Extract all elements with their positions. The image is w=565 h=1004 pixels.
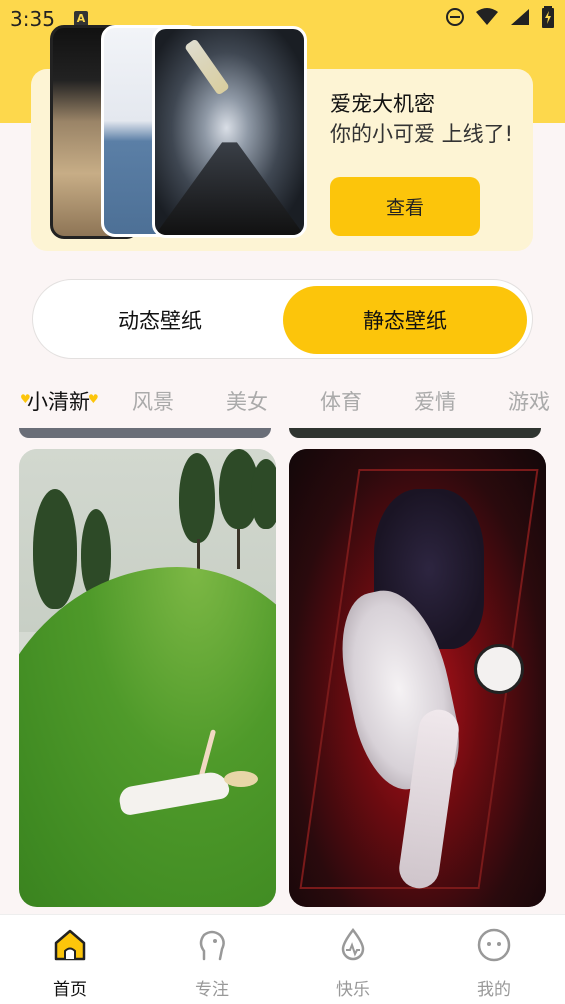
wallpaper-thumbnail[interactable] (19, 449, 276, 907)
tunnel-floor (155, 142, 304, 235)
tree (33, 489, 77, 609)
tree-trunk (197, 539, 200, 569)
status-icons (445, 6, 555, 28)
wallpaper-thumbnail-partial[interactable] (19, 428, 271, 438)
category-tab[interactable]: 爱情 (414, 386, 456, 416)
tree (179, 453, 215, 543)
bottom-nav: 首页 专注 快乐 我的 (0, 914, 565, 1004)
drop-pulse-icon (341, 927, 365, 961)
nav-focus[interactable]: 专注 (172, 927, 252, 1000)
category-tab[interactable]: 风景 (132, 386, 174, 416)
mask (474, 644, 524, 694)
heart-icon: ♥ (88, 392, 99, 406)
nav-mine[interactable]: 我的 (454, 927, 534, 1000)
banner-subtitle: 你的小可爱 上线了! (330, 122, 514, 146)
wifi-icon (476, 8, 498, 25)
tree-trunk (237, 529, 240, 569)
nav-home[interactable]: 首页 (30, 927, 110, 1000)
status-time: 3:35 (10, 7, 55, 31)
category-tab[interactable]: 体育 (320, 386, 362, 416)
view-button[interactable]: 查看 (330, 177, 480, 236)
face-icon (477, 928, 511, 962)
focus-head-icon (199, 930, 225, 961)
dynamic-wallpaper-tab[interactable]: 动态壁纸 (39, 286, 281, 354)
wallpaper-thumbnail[interactable] (289, 449, 546, 907)
signal-icon (511, 9, 529, 25)
banner-title: 爱宠大机密 (330, 92, 435, 116)
white-dress (117, 769, 231, 817)
tunnel-light (184, 38, 230, 96)
nav-label: 首页 (53, 980, 87, 1000)
category-tab[interactable]: 美女 (226, 386, 268, 416)
wallpaper-type-toggle: 动态壁纸 静态壁纸 (32, 279, 533, 359)
girl-lying (117, 729, 258, 817)
grass-hill (19, 567, 276, 907)
do-not-disturb-icon (446, 8, 464, 26)
static-wallpaper-tab[interactable]: 静态壁纸 (283, 286, 527, 354)
category-tab[interactable]: 小清新 (27, 386, 90, 416)
category-tabs: ♥ 小清新 ♥ 风景 美女 体育 爱情 游戏 (0, 382, 565, 418)
wallpaper-thumbnail-partial[interactable] (289, 428, 541, 438)
straw-hat (224, 771, 258, 787)
tree (251, 459, 276, 529)
nav-happy[interactable]: 快乐 (313, 927, 393, 1000)
home-icon (54, 929, 86, 961)
nav-label: 专注 (195, 980, 229, 1000)
nav-label: 快乐 (336, 980, 370, 1000)
wallpaper-preview-3 (152, 26, 307, 238)
nav-label: 我的 (477, 980, 511, 1000)
battery-icon (542, 6, 554, 28)
category-tab[interactable]: 游戏 (508, 386, 550, 416)
